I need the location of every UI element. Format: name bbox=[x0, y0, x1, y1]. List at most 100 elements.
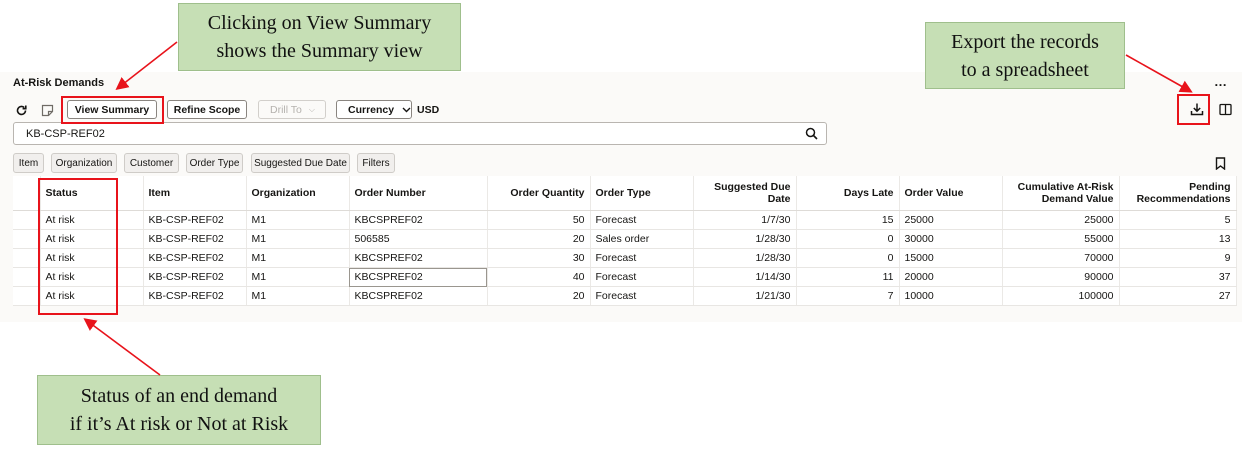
bookmark-icon[interactable] bbox=[1212, 155, 1228, 171]
export-highlight bbox=[1177, 94, 1210, 125]
filter-organization-chip[interactable]: Organization bbox=[51, 153, 117, 173]
cell-item: KB-CSP-REF02 bbox=[143, 248, 247, 268]
column-header-order-number[interactable]: Order Number bbox=[349, 176, 488, 211]
view-summary-callout: Clicking on View Summary shows the Summa… bbox=[178, 3, 461, 71]
view-summary-highlight bbox=[61, 96, 164, 124]
column-header-pending-recommendations[interactable]: Pending Recommendations bbox=[1119, 176, 1237, 211]
cell-cumulative-value: 100000 bbox=[1002, 286, 1120, 306]
cell-pending-recommendations: 5 bbox=[1119, 210, 1237, 230]
cell-suggested-due-date: 1/21/30 bbox=[693, 286, 797, 306]
export-callout: Export the records to a spreadsheet bbox=[925, 22, 1125, 89]
cell-order-number: KBCSPREF02 bbox=[349, 248, 488, 268]
cell-order-quantity: 20 bbox=[487, 286, 591, 306]
column-header-order-type[interactable]: Order Type bbox=[590, 176, 694, 211]
cell-order-value: 15000 bbox=[899, 248, 1003, 268]
cell-order-number: KBCSPREF02 bbox=[349, 210, 488, 230]
cell-suggested-due-date: 1/28/30 bbox=[693, 229, 797, 249]
drill-to-button: Drill To ⌵ bbox=[258, 100, 326, 119]
chevron-down-icon: ⌵ bbox=[308, 104, 315, 114]
column-header-suggested-due-date[interactable]: Suggested Due Date bbox=[693, 176, 797, 211]
filters-button[interactable]: Filters bbox=[357, 153, 395, 173]
drill-to-label: Drill To bbox=[270, 103, 302, 116]
cell-item: KB-CSP-REF02 bbox=[143, 229, 247, 249]
cell-days-late: 11 bbox=[796, 267, 900, 287]
cell-cumulative-value: 25000 bbox=[1002, 210, 1120, 230]
currency-select[interactable]: Currency bbox=[336, 100, 412, 119]
status-callout: Status of an end demand if it’s At risk … bbox=[37, 375, 321, 445]
callout-line: shows the Summary view bbox=[216, 40, 423, 62]
cell-order-quantity: 40 bbox=[487, 267, 591, 287]
arrow-to-status-column bbox=[83, 318, 161, 376]
row-selector[interactable] bbox=[13, 286, 41, 306]
filter-suggested-due-date-chip[interactable]: Suggested Due Date bbox=[251, 153, 350, 173]
cell-item: KB-CSP-REF02 bbox=[143, 210, 247, 230]
currency-value: USD bbox=[417, 104, 440, 116]
refresh-icon[interactable] bbox=[13, 102, 29, 118]
cell-order-quantity: 20 bbox=[487, 229, 591, 249]
cell-order-value: 25000 bbox=[899, 210, 1003, 230]
page-title: At-Risk Demands bbox=[13, 77, 105, 89]
cell-organization: M1 bbox=[246, 267, 350, 287]
cell-pending-recommendations: 27 bbox=[1119, 286, 1237, 306]
cell-pending-recommendations: 13 bbox=[1119, 229, 1237, 249]
status-column-highlight bbox=[38, 178, 118, 315]
cell-organization: M1 bbox=[246, 210, 350, 230]
column-header-organization[interactable]: Organization bbox=[246, 176, 350, 211]
table-row[interactable]: At risk KB-CSP-REF02 M1 KBCSPREF02 30 Fo… bbox=[13, 248, 1237, 268]
cell-cumulative-value: 70000 bbox=[1002, 248, 1120, 268]
cell-cumulative-value: 55000 bbox=[1002, 229, 1120, 249]
column-header-days-late[interactable]: Days Late bbox=[796, 176, 900, 211]
cell-organization: M1 bbox=[246, 229, 350, 249]
cell-item: KB-CSP-REF02 bbox=[143, 286, 247, 306]
search-value: KB-CSP-REF02 bbox=[26, 128, 105, 140]
callout-line: Export the records bbox=[951, 30, 1099, 53]
callout-line: Status of an end demand bbox=[80, 385, 278, 407]
cell-days-late: 0 bbox=[796, 248, 900, 268]
cell-days-late: 7 bbox=[796, 286, 900, 306]
cell-order-type: Sales order bbox=[590, 229, 694, 249]
cell-order-value: 30000 bbox=[899, 229, 1003, 249]
cell-organization: M1 bbox=[246, 286, 350, 306]
cell-order-number: KBCSPREF02 bbox=[349, 267, 488, 287]
column-panel-icon[interactable] bbox=[1217, 101, 1233, 117]
row-selector[interactable] bbox=[13, 229, 41, 249]
cell-order-value: 10000 bbox=[899, 286, 1003, 306]
cell-order-type: Forecast bbox=[590, 267, 694, 287]
filter-customer-chip[interactable]: Customer bbox=[124, 153, 179, 173]
callout-line: if it’s At risk or Not at Risk bbox=[69, 413, 289, 435]
cell-order-type: Forecast bbox=[590, 286, 694, 306]
search-icon[interactable] bbox=[805, 127, 818, 143]
cell-organization: M1 bbox=[246, 248, 350, 268]
filter-order-type-chip[interactable]: Order Type bbox=[186, 153, 243, 173]
note-icon[interactable] bbox=[39, 102, 55, 118]
at-risk-demands-table: Status Item Organization Order Number Or… bbox=[13, 176, 1237, 306]
chevron-down-icon bbox=[402, 104, 411, 116]
refine-scope-button[interactable]: Refine Scope bbox=[167, 100, 247, 119]
column-header-order-value[interactable]: Order Value bbox=[899, 176, 1003, 211]
cell-days-late: 15 bbox=[796, 210, 900, 230]
table-row[interactable]: At risk KB-CSP-REF02 M1 KBCSPREF02 50 Fo… bbox=[13, 210, 1237, 230]
row-selector[interactable] bbox=[13, 248, 41, 268]
column-header-order-quantity[interactable]: Order Quantity bbox=[487, 176, 591, 211]
cell-cumulative-value: 90000 bbox=[1002, 267, 1120, 287]
search-input[interactable]: KB-CSP-REF02 bbox=[13, 122, 827, 145]
cell-pending-recommendations: 9 bbox=[1119, 248, 1237, 268]
cell-suggested-due-date: 1/14/30 bbox=[693, 267, 797, 287]
row-selector[interactable] bbox=[13, 210, 41, 230]
table-row[interactable]: At risk KB-CSP-REF02 M1 KBCSPREF02 40 Fo… bbox=[13, 267, 1237, 287]
cell-suggested-due-date: 1/7/30 bbox=[693, 210, 797, 230]
table-row[interactable]: At risk KB-CSP-REF02 M1 KBCSPREF02 20 Fo… bbox=[13, 286, 1237, 306]
filter-item-chip[interactable]: Item bbox=[13, 153, 44, 173]
callout-line: to a spreadsheet bbox=[961, 58, 1089, 81]
currency-label: Currency bbox=[348, 103, 395, 116]
cell-suggested-due-date: 1/28/30 bbox=[693, 248, 797, 268]
cell-order-type: Forecast bbox=[590, 248, 694, 268]
column-header-cumulative-at-risk-demand-value[interactable]: Cumulative At-Risk Demand Value bbox=[1002, 176, 1120, 211]
row-selector[interactable] bbox=[13, 267, 41, 287]
column-header-item[interactable]: Item bbox=[143, 176, 247, 211]
table-row[interactable]: At risk KB-CSP-REF02 M1 506585 20 Sales … bbox=[13, 229, 1237, 249]
cell-order-number: KBCSPREF02 bbox=[349, 286, 488, 306]
row-selector-header bbox=[13, 176, 41, 211]
more-actions-icon[interactable]: … bbox=[1214, 74, 1228, 89]
cell-order-type: Forecast bbox=[590, 210, 694, 230]
